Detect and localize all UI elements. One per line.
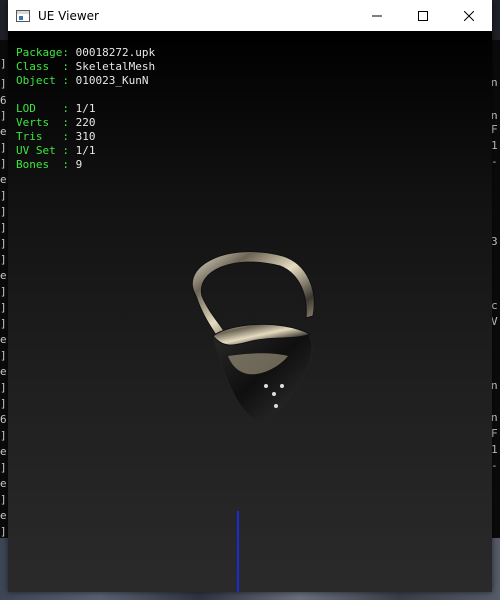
mesh-rivet	[280, 384, 284, 388]
console-char: ]	[0, 141, 7, 154]
console-char: ]	[0, 221, 7, 234]
ue-viewer-window: UE Viewer Package: 00018272.upk Class : …	[8, 0, 492, 592]
console-char: ]	[0, 77, 7, 90]
console-char: ]	[0, 237, 7, 250]
console-char: ]	[0, 525, 7, 538]
console-char: e	[0, 365, 7, 378]
console-char: e	[0, 477, 7, 490]
info-value: 010023_KunN	[75, 74, 149, 87]
info-value: 310	[75, 130, 96, 143]
info-label: Verts :	[16, 116, 69, 129]
close-icon	[464, 10, 474, 21]
info-value: 00018272.upk	[75, 46, 156, 59]
console-char: e	[0, 509, 7, 522]
console-char: ]	[0, 157, 7, 170]
console-char: ]	[0, 461, 7, 474]
console-char: 6	[0, 94, 7, 107]
console-char: e	[0, 173, 7, 186]
info-row-object: Object : 010023_KunN	[16, 74, 155, 88]
console-char: ]	[0, 253, 7, 266]
info-row-tris: Tris : 310	[16, 130, 155, 144]
info-label: UV Set :	[16, 144, 69, 157]
console-char: ]	[0, 349, 7, 362]
window-controls	[354, 0, 492, 31]
skeletal-mesh-render	[191, 251, 315, 421]
console-char: ]	[0, 205, 7, 218]
console-char: ]	[0, 317, 7, 330]
window-title: UE Viewer	[38, 8, 99, 23]
console-char: ]	[0, 109, 7, 122]
info-row-class: Class : SkeletalMesh	[16, 60, 155, 74]
origin-axis-line	[237, 511, 239, 592]
info-row-lod: LOD : 1/1	[16, 102, 155, 116]
console-char: ]	[0, 57, 7, 70]
console-char: ]	[0, 429, 7, 442]
info-label: Tris :	[16, 130, 69, 143]
3d-viewport[interactable]: Package: 00018272.upk Class : SkeletalMe…	[8, 31, 492, 592]
app-window-icon[interactable]	[16, 9, 30, 22]
mesh-rivet	[274, 404, 278, 408]
title-bar[interactable]: UE Viewer	[8, 0, 492, 31]
info-label: LOD :	[16, 102, 69, 115]
mesh-rivet	[264, 384, 268, 388]
info-value: 1/1	[75, 144, 96, 157]
info-row-uvset: UV Set : 1/1	[16, 144, 155, 158]
console-char: e	[0, 125, 7, 138]
console-char: e	[0, 333, 7, 346]
info-label: Object :	[16, 74, 69, 87]
info-label: Package:	[16, 46, 69, 59]
console-char: ]	[0, 189, 7, 202]
console-char: 6	[0, 413, 7, 426]
minimize-icon	[372, 15, 382, 16]
console-char: ]	[0, 301, 7, 314]
maximize-icon	[418, 10, 428, 21]
console-char: ]	[0, 397, 7, 410]
mesh-info-overlay: Package: 00018272.upk Class : SkeletalMe…	[16, 46, 155, 172]
console-char: ]	[0, 493, 7, 506]
mesh-rivet	[272, 392, 276, 396]
info-label: Bones :	[16, 158, 69, 171]
info-row-bones: Bones : 9	[16, 158, 155, 172]
console-char: ]	[0, 285, 7, 298]
info-row-package: Package: 00018272.upk	[16, 46, 155, 60]
info-value: SkeletalMesh	[75, 60, 156, 73]
info-label: Class :	[16, 60, 69, 73]
info-row-verts: Verts : 220	[16, 116, 155, 130]
info-value: 220	[75, 116, 96, 129]
console-char: e	[0, 269, 7, 282]
minimize-button[interactable]	[354, 0, 400, 31]
console-char: ]	[0, 381, 7, 394]
console-char: e	[0, 445, 7, 458]
maximize-button[interactable]	[400, 0, 446, 31]
info-value: 1/1	[75, 102, 96, 115]
close-button[interactable]	[446, 0, 492, 31]
info-value: 9	[75, 158, 83, 171]
